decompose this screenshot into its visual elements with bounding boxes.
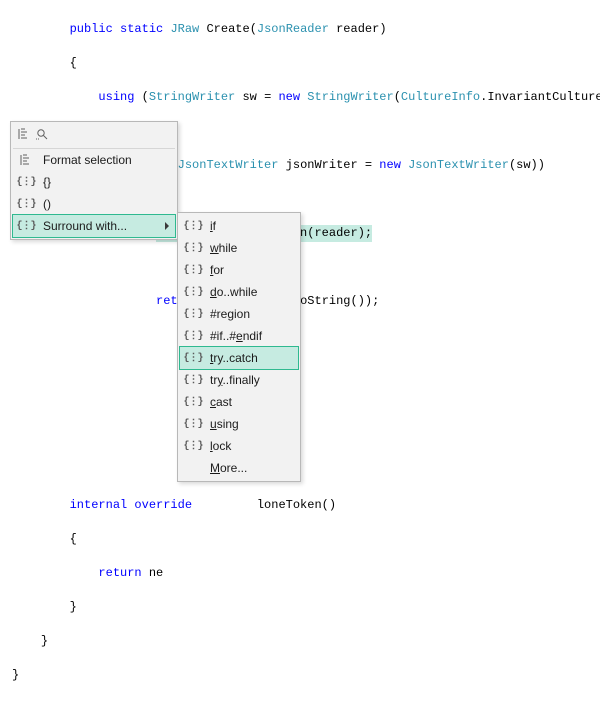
brace: }	[12, 668, 19, 682]
menu-label: lock	[210, 439, 231, 453]
menu-label: #region	[210, 307, 250, 321]
submenu-item-region[interactable]: {⋮} #region	[180, 303, 298, 325]
type-jtw: JsonTextWriter	[178, 158, 279, 172]
menu-label: while	[210, 241, 237, 255]
prop-inv: InvariantCulture	[487, 90, 600, 104]
kw-override: override	[134, 498, 192, 512]
submenu-item-using[interactable]: {⋮} using	[180, 413, 298, 435]
surround-with-submenu: {⋮} if {⋮} while {⋮} for {⋮} do..while {…	[177, 212, 301, 482]
kw-static: static	[120, 22, 163, 36]
brackets-icon: {⋮}	[184, 240, 202, 256]
arg-sw: sw	[516, 158, 530, 172]
menu-item-format-selection[interactable]: Format selection	[13, 149, 175, 171]
kw-internal: internal	[70, 498, 128, 512]
brackets-icon: {⋮}	[184, 218, 202, 234]
brackets-icon: {⋮}	[184, 284, 202, 300]
brackets-icon: {⋮}	[184, 394, 202, 410]
menu-label: #if..#endif	[210, 329, 262, 343]
arg-reader: reader	[314, 226, 357, 240]
inspect-icon[interactable]	[35, 127, 49, 144]
submenu-item-lock[interactable]: {⋮} lock	[180, 435, 298, 457]
menu-label: try..finally	[210, 373, 260, 387]
brackets-icon: {⋮}	[184, 416, 202, 432]
submenu-item-if[interactable]: {⋮} if	[180, 215, 298, 237]
menu-label: More...	[210, 461, 247, 475]
chevron-right-icon	[163, 219, 171, 233]
menu-label: for	[210, 263, 224, 277]
brackets-icon: {⋮}	[184, 350, 202, 366]
call-tostring: ToString	[293, 294, 351, 308]
menu-label: {}	[43, 175, 51, 189]
brace: }	[70, 600, 77, 614]
var-jw: jsonWriter	[286, 158, 358, 172]
kw-new: new	[278, 90, 300, 104]
brace: {	[70, 532, 77, 546]
ctor-jtw: JsonTextWriter	[408, 158, 509, 172]
menu-item-braces[interactable]: {⋮} {}	[13, 171, 175, 193]
submenu-item-while[interactable]: {⋮} while	[180, 237, 298, 259]
kw-new: new	[379, 158, 401, 172]
brace: }	[41, 634, 48, 648]
param-name: reader	[336, 22, 379, 36]
menu-label: cast	[210, 395, 232, 409]
method-tail: loneToken()	[257, 498, 336, 512]
submenu-item-if-endif[interactable]: {⋮} #if..#endif	[180, 325, 298, 347]
brackets-icon: {⋮}	[17, 196, 35, 212]
submenu-item-do-while[interactable]: {⋮} do..while	[180, 281, 298, 303]
brackets-icon: {⋮}	[184, 438, 202, 454]
blank-icon	[184, 460, 202, 476]
brackets-icon: {⋮}	[184, 306, 202, 322]
submenu-item-cast[interactable]: {⋮} cast	[180, 391, 298, 413]
type-sw: StringWriter	[149, 90, 235, 104]
format-icon[interactable]	[17, 127, 31, 144]
type-jraw: JRaw	[170, 22, 199, 36]
menu-label: if	[210, 219, 216, 233]
eq: =	[257, 90, 279, 104]
menu-toolbar	[13, 124, 175, 149]
ctor-sw: StringWriter	[307, 90, 393, 104]
menu-label: do..while	[210, 285, 257, 299]
kw-using: using	[98, 90, 134, 104]
submenu-item-for[interactable]: {⋮} for	[180, 259, 298, 281]
var-sw: sw	[242, 90, 256, 104]
format-icon	[17, 152, 35, 168]
brace: {	[70, 56, 77, 70]
menu-label: Format selection	[43, 153, 132, 167]
menu-label: ()	[43, 197, 51, 211]
brackets-icon: {⋮}	[17, 218, 35, 234]
param-type: JsonReader	[257, 22, 329, 36]
menu-label: using	[210, 417, 239, 431]
submenu-item-try-catch[interactable]: {⋮} try..catch	[179, 346, 299, 370]
type-ci: CultureInfo	[401, 90, 480, 104]
menu-label: try..catch	[210, 351, 258, 365]
menu-label: Surround with...	[43, 219, 127, 233]
kw-public: public	[70, 22, 113, 36]
kw-return: return	[98, 566, 141, 580]
submenu-item-try-finally[interactable]: {⋮} try..finally	[180, 369, 298, 391]
brackets-icon: {⋮}	[184, 328, 202, 344]
menu-item-parens[interactable]: {⋮} ()	[13, 193, 175, 215]
submenu-item-more[interactable]: More...	[180, 457, 298, 479]
context-menu: Format selection {⋮} {} {⋮} () {⋮} Surro…	[10, 121, 178, 240]
eq: =	[358, 158, 380, 172]
brackets-icon: {⋮}	[184, 262, 202, 278]
brackets-icon: {⋮}	[17, 174, 35, 190]
menu-item-surround-with[interactable]: {⋮} Surround with...	[12, 214, 176, 238]
brackets-icon: {⋮}	[184, 372, 202, 388]
method-name: Create	[206, 22, 249, 36]
code-tail: ne	[149, 566, 163, 580]
